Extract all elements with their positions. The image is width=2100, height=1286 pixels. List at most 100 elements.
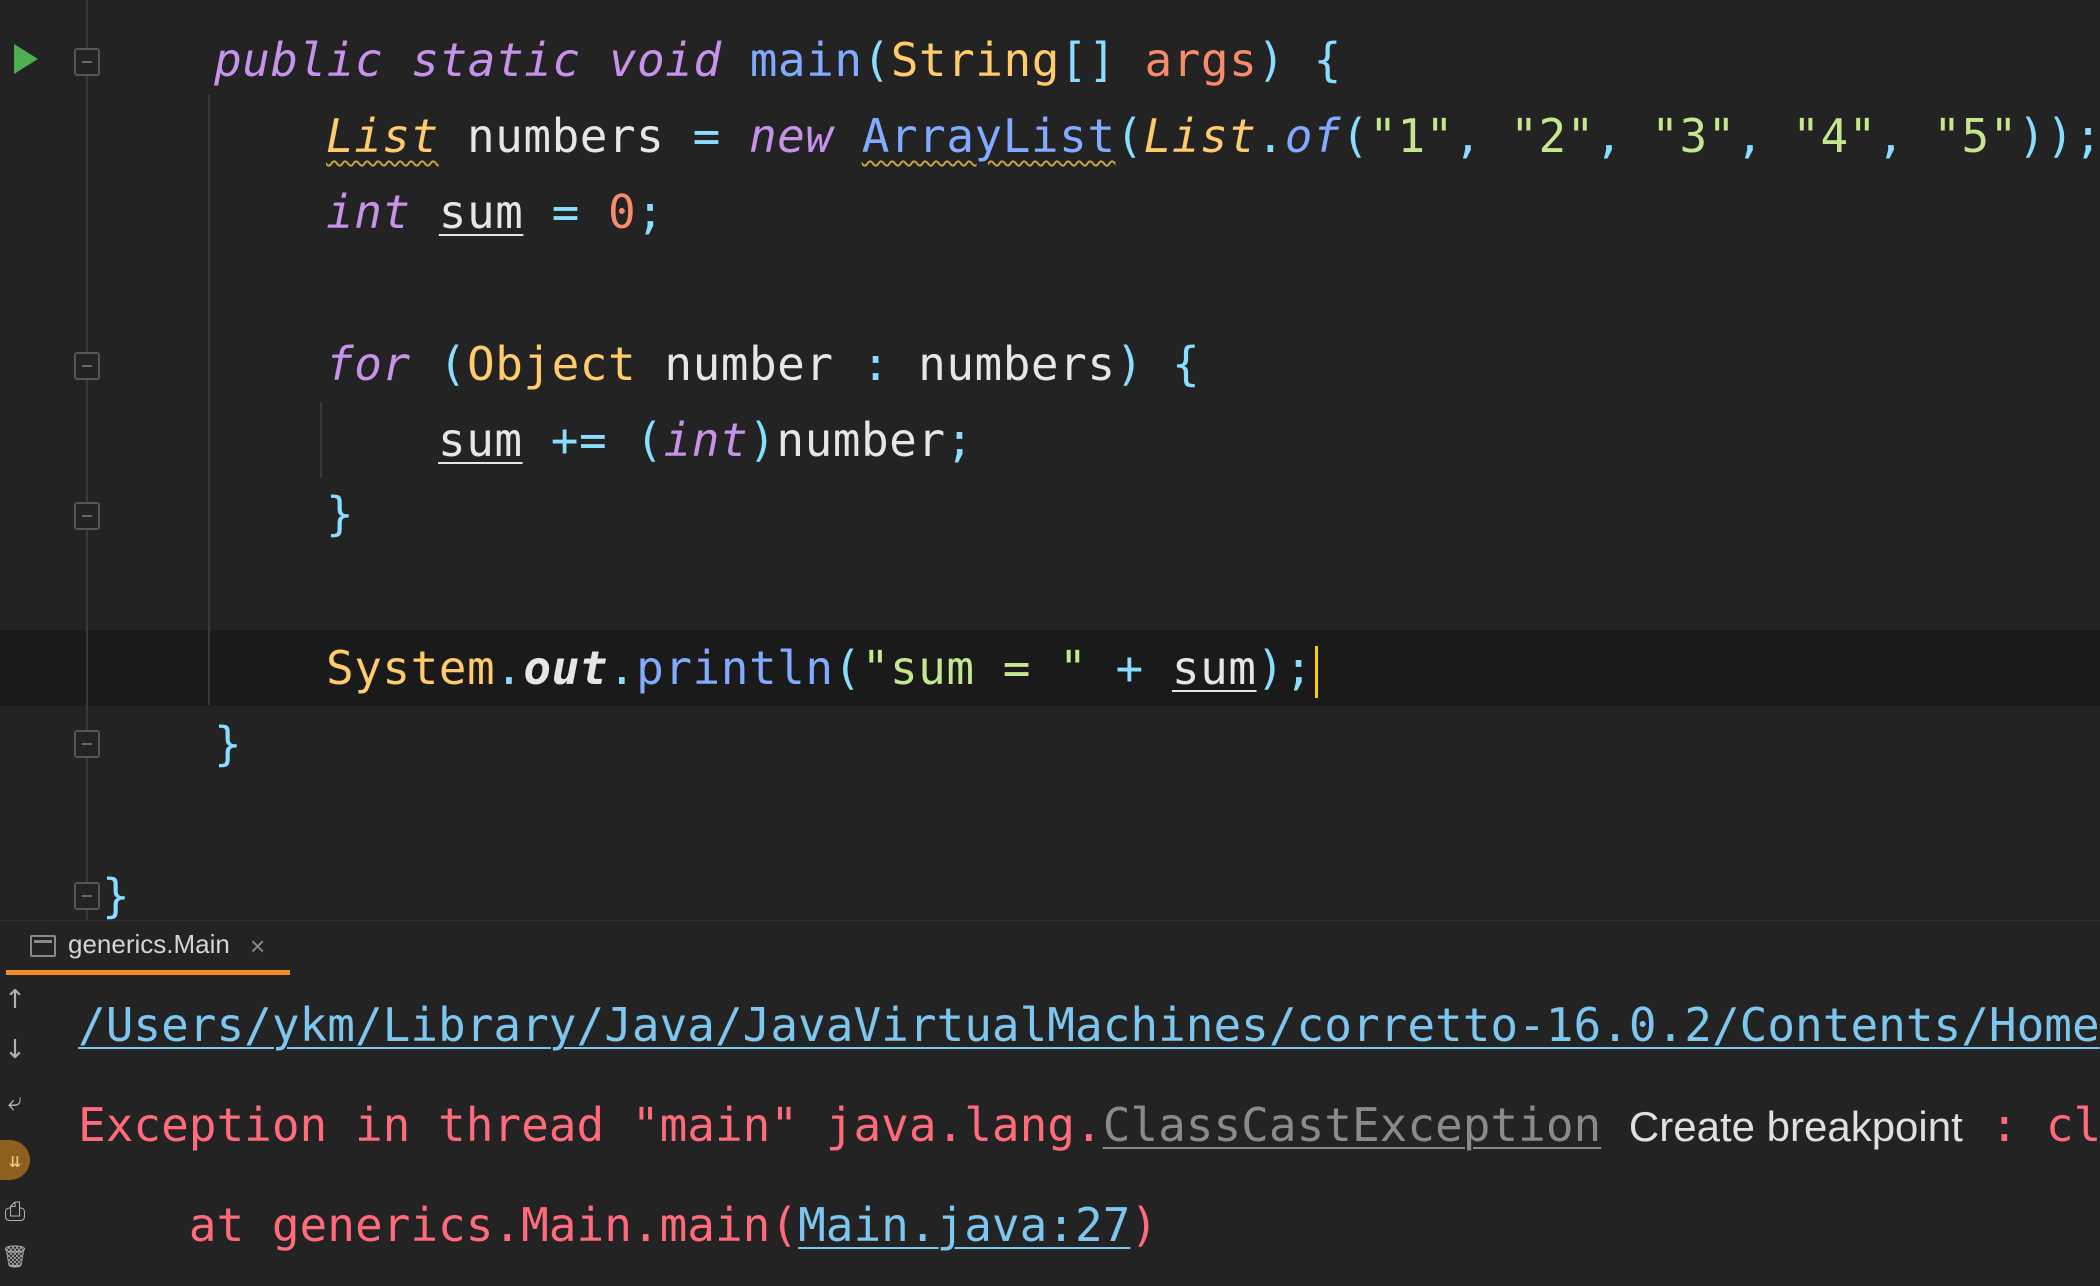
operator: + (1115, 641, 1144, 695)
string-literal: "2" (1510, 109, 1595, 163)
punctuation: ( (1115, 109, 1144, 163)
punctuation: ( (862, 33, 891, 87)
type-name: Object (467, 337, 637, 391)
string-literal: "4" (1792, 109, 1877, 163)
parameter: args (1144, 33, 1258, 87)
run-console[interactable]: ↑ ↓ ⤶ ⇊ ⎙ 🗑 /Users/ykm/Library/Java/Java… (0, 975, 2100, 1286)
code-line-main-signature: public static void main(String[] args) { (214, 22, 1342, 98)
string-literal: "sum = " (861, 641, 1088, 695)
jvm-path-link[interactable]: /Users/ykm/Library/Java/JavaVirtualMachi… (78, 998, 2100, 1052)
punctuation: . (607, 641, 637, 695)
fold-marker-main-end[interactable] (74, 730, 100, 758)
fold-marker-class-end[interactable] (74, 882, 100, 910)
print-icon[interactable]: ⎙ (0, 1197, 30, 1228)
down-arrow-icon[interactable]: ↓ (0, 1035, 30, 1065)
variable: number (664, 337, 834, 391)
run-icon[interactable] (14, 44, 38, 74)
keyword: static (411, 33, 581, 87)
source-location-link[interactable]: Main.java:27 (798, 1198, 1130, 1252)
editor-gutter (0, 0, 120, 920)
punctuation: ( (833, 641, 862, 695)
scroll-to-end-icon[interactable]: ⇊ (0, 1140, 30, 1180)
fold-marker-for-end[interactable] (74, 502, 100, 530)
method-name: of (1284, 109, 1342, 163)
run-tool-window-header: generics.Main × (0, 920, 2100, 976)
create-breakpoint-link[interactable]: Create breakpoint (1629, 1103, 1963, 1150)
up-arrow-icon[interactable]: ↑ (0, 985, 30, 1015)
punctuation: , (1453, 109, 1483, 163)
tab-generics-main[interactable]: generics.Main × (6, 921, 290, 975)
tab-label: generics.Main (68, 929, 230, 959)
punctuation: ( (1341, 109, 1370, 163)
method-name: println (636, 641, 834, 695)
method-name: main (749, 33, 863, 87)
stacktrace-text-end: ) (1130, 1198, 1159, 1252)
punctuation: ) (748, 413, 777, 467)
exception-text: Exception in thread "main" java.lang. (78, 1098, 1103, 1152)
code-line-close-class: } (102, 869, 131, 920)
type-name: String (890, 33, 1060, 87)
code-line-close-for: } (326, 487, 355, 541)
code-line-sum-add: sum += (int)number; (438, 402, 974, 478)
console-icon (30, 935, 56, 957)
keyword: public (214, 33, 384, 87)
operator: : (861, 337, 890, 391)
code-line-list-decl: List numbers = new ArrayList(List.of("1"… (326, 98, 2100, 174)
variable: sum (1171, 641, 1257, 695)
punctuation: ); (1256, 641, 1313, 695)
punctuation: ; (636, 185, 665, 239)
keyword: int (663, 413, 749, 467)
keyword: int (326, 185, 411, 239)
punctuation: , (1735, 109, 1765, 163)
variable: numbers (466, 109, 665, 163)
code-line-sum-decl: int sum = 0; (326, 174, 664, 250)
fold-guide-line (86, 0, 88, 920)
code-line-for: for (Object number : numbers) { (326, 326, 1200, 402)
soft-wrap-icon[interactable]: ⤶ (0, 1087, 30, 1118)
string-literal: "1" (1369, 109, 1454, 163)
punctuation: . (495, 641, 524, 695)
variable: sum (438, 185, 524, 239)
trash-icon[interactable]: 🗑 (0, 1245, 30, 1270)
text-caret (1314, 645, 1318, 698)
variable: sum (438, 413, 523, 467)
string-literal: "3" (1651, 109, 1736, 163)
field-name: out (523, 641, 608, 695)
indent-guide (320, 402, 322, 478)
class-name: ArrayList (861, 109, 1116, 163)
class-name: System (326, 641, 496, 695)
indent-guide (208, 95, 210, 705)
punctuation: . (1256, 109, 1285, 163)
punctuation: , (1594, 109, 1624, 163)
exception-message: : cl (1962, 1098, 2100, 1152)
code-editor[interactable]: public static void main(String[] args) {… (0, 0, 2100, 920)
number-literal: 0 (608, 185, 637, 239)
punctuation: ( (635, 413, 664, 467)
punctuation: ; (945, 413, 974, 467)
operator: = (551, 185, 580, 239)
type-name: List (326, 109, 439, 163)
variable: number (776, 413, 946, 467)
punctuation: { (1171, 337, 1201, 391)
keyword: new (748, 109, 834, 163)
fold-marker-main[interactable] (74, 48, 100, 76)
console-toolbar: ↑ ↓ ⤶ ⇊ ⎙ 🗑 (0, 975, 36, 1286)
punctuation: , (1876, 109, 1906, 163)
type-name: List (1143, 109, 1257, 163)
keyword: for (326, 337, 411, 391)
close-icon[interactable]: × (250, 931, 265, 962)
punctuation: ( (438, 337, 467, 391)
keyword: void (608, 33, 722, 87)
stacktrace-text: at generics.Main.main( (78, 1198, 799, 1252)
variable: numbers (918, 337, 1116, 391)
console-exception-line: Exception in thread "main" java.lang.Cla… (78, 1095, 2100, 1157)
punctuation: )); (2017, 109, 2100, 163)
console-path-line: /Users/ykm/Library/Java/JavaVirtualMachi… (78, 995, 2100, 1055)
string-literal: "5" (1933, 109, 2018, 163)
exception-class-link[interactable]: ClassCastException (1103, 1098, 1602, 1152)
fold-marker-for[interactable] (74, 352, 100, 380)
punctuation: ) (1115, 337, 1144, 391)
punctuation: { (1313, 33, 1342, 87)
operator: += (550, 413, 608, 467)
code-line-println: System.out.println("sum = " + sum); (326, 630, 1318, 706)
